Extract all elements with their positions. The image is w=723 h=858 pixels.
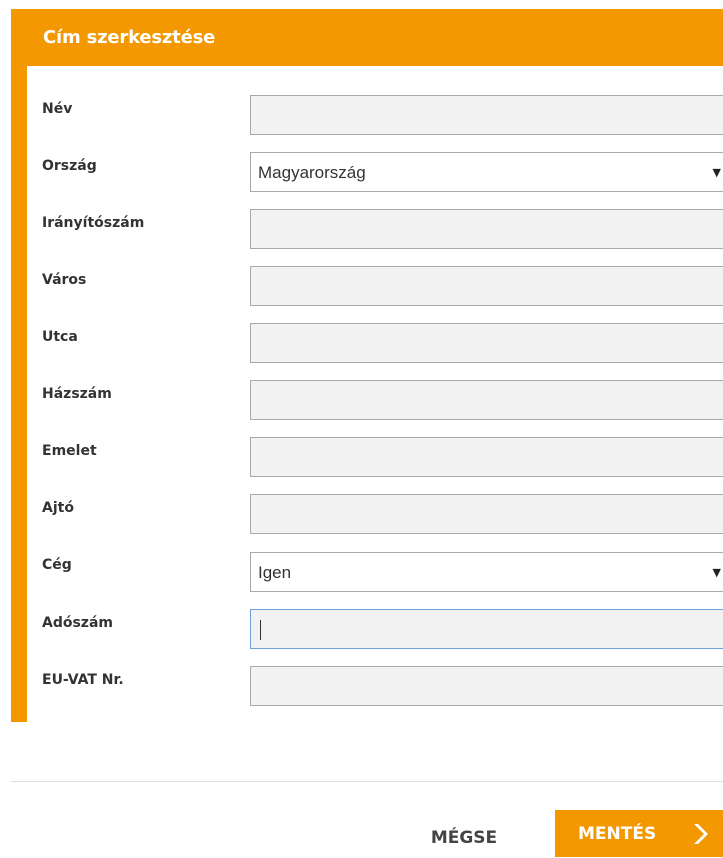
street-input[interactable]: [250, 323, 723, 363]
city-label: Város: [42, 272, 87, 288]
postal-code-input[interactable]: [250, 209, 723, 249]
company-label: Cég: [42, 557, 72, 573]
caret-down-icon: ▼: [712, 166, 721, 179]
postal-code-label: Irányítószám: [42, 215, 145, 231]
house-number-input[interactable]: [250, 380, 723, 420]
name-input[interactable]: [250, 95, 723, 135]
chevron-right-icon: [694, 824, 708, 844]
tax-number-label: Adószám: [42, 615, 113, 631]
country-select-value: Magyarország: [258, 163, 366, 182]
name-label: Név: [42, 101, 73, 117]
footer-divider: [11, 781, 723, 782]
door-input[interactable]: [250, 494, 723, 534]
save-button[interactable]: MENTÉS: [555, 810, 723, 857]
save-button-label: MENTÉS: [578, 824, 657, 844]
panel-title: Cím szerkesztése: [43, 27, 216, 48]
eu-vat-label: EU-VAT Nr.: [42, 672, 124, 688]
street-label: Utca: [42, 329, 78, 345]
cancel-button[interactable]: MÉGSE: [415, 818, 513, 858]
house-number-label: Házszám: [42, 386, 112, 402]
city-input[interactable]: [250, 266, 723, 306]
caret-down-icon: ▼: [712, 566, 721, 579]
company-select[interactable]: Igen ▼: [250, 552, 723, 592]
floor-input[interactable]: [250, 437, 723, 477]
country-select[interactable]: Magyarország ▼: [250, 152, 723, 192]
text-cursor: [260, 620, 261, 640]
door-label: Ajtó: [42, 500, 74, 516]
country-label: Ország: [42, 158, 97, 174]
floor-label: Emelet: [42, 443, 97, 459]
tax-number-input[interactable]: [250, 609, 723, 649]
eu-vat-input[interactable]: [250, 666, 723, 706]
company-select-value: Igen: [258, 563, 292, 582]
panel-header: Cím szerkesztése: [11, 9, 723, 66]
